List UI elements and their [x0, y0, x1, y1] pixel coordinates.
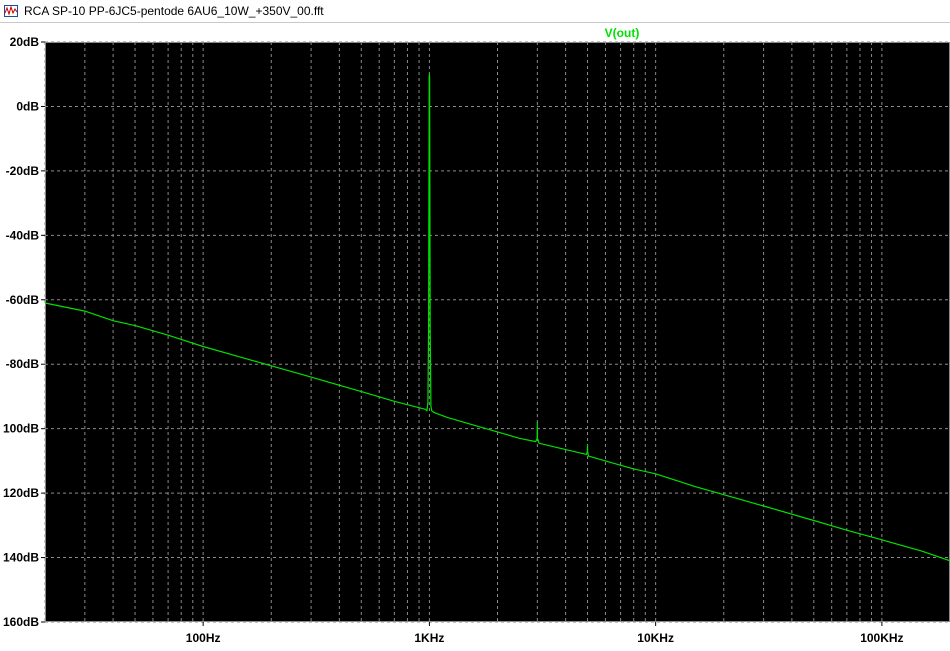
- y-tick-label: -40dB: [6, 228, 40, 242]
- y-tick-label: 20dB: [10, 35, 40, 49]
- app-window: RCA SP-10 PP-6JC5-pentode 6AU6_10W_+350V…: [0, 0, 950, 651]
- window-title: RCA SP-10 PP-6JC5-pentode 6AU6_10W_+350V…: [24, 4, 324, 18]
- x-tick-label: 10KHz: [637, 631, 674, 645]
- grid: [44, 41, 950, 623]
- y-tick-label: 140dB: [3, 551, 39, 565]
- y-tick-label: -80dB: [6, 357, 40, 371]
- x-tick-label: 100Hz: [186, 631, 221, 645]
- y-axis-ticks: 20dB 0dB -20dB -40dB -60dB -80dB 100dB 120dB 140…: [3, 35, 45, 629]
- title-bar[interactable]: RCA SP-10 PP-6JC5-pentode 6AU6_10W_+350V…: [0, 0, 950, 23]
- y-tick-label: 0dB: [16, 99, 39, 113]
- waveform-file-icon: [4, 5, 18, 17]
- plot-pane[interactable]: 20dB 0dB -20dB -40dB -60dB -80dB 100dB 120dB 140…: [0, 23, 950, 651]
- y-tick-label: 120dB: [3, 486, 39, 500]
- x-tick-label: 1KHz: [414, 631, 444, 645]
- y-tick-label: 100dB: [3, 422, 39, 436]
- x-axis-ticks: 100Hz 1KHz 10KHz 100KHz: [186, 622, 904, 645]
- y-tick-label: -20dB: [6, 164, 40, 178]
- trace-label-vout[interactable]: V(out): [605, 26, 640, 40]
- x-tick-label: 100KHz: [860, 631, 903, 645]
- fft-chart[interactable]: 20dB 0dB -20dB -40dB -60dB -80dB 100dB 120dB 140…: [0, 23, 950, 651]
- y-tick-label: -60dB: [6, 293, 40, 307]
- y-tick-label: 160dB: [3, 615, 39, 629]
